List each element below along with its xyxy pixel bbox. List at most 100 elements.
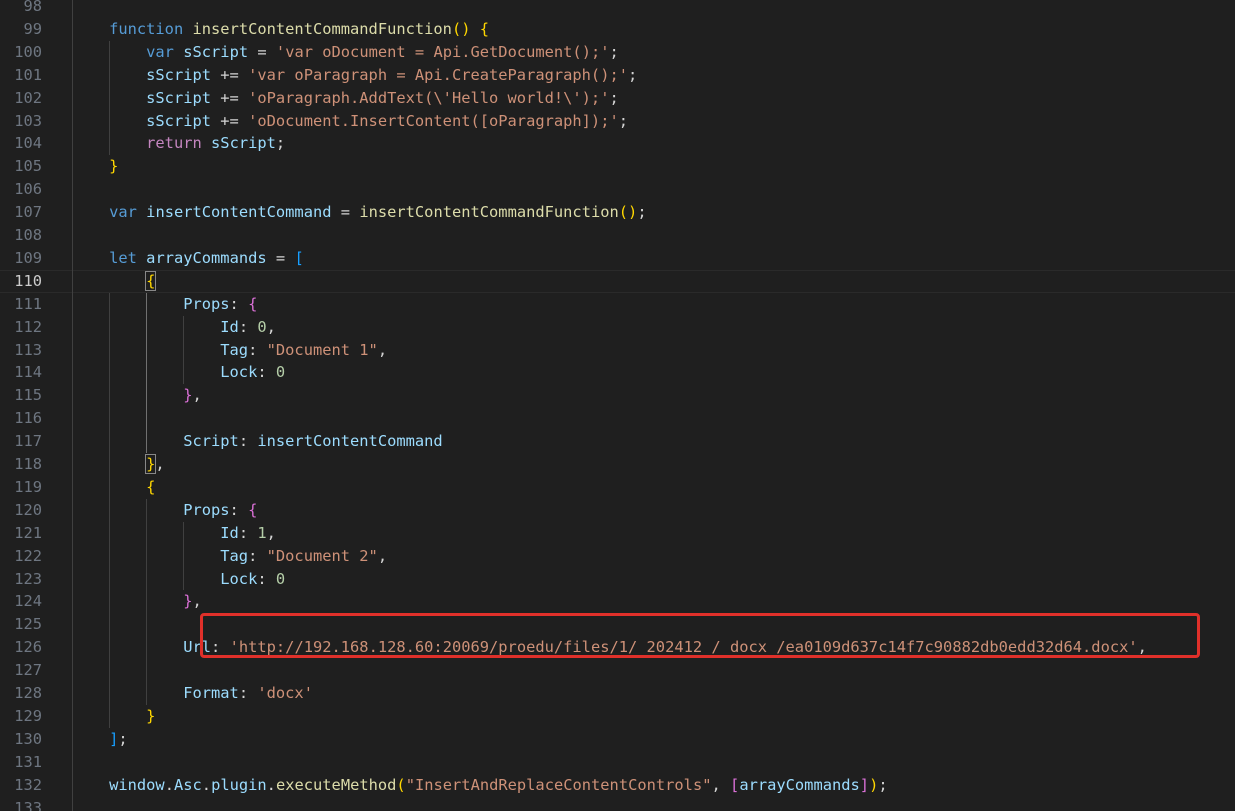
punctuation: : <box>211 638 230 657</box>
code-line[interactable]: 112 Id: 0, <box>0 316 1235 339</box>
code-line[interactable]: 103 sScript += 'oDocument.InsertContent(… <box>0 110 1235 133</box>
line-number: 119 <box>14 477 42 496</box>
code-line[interactable]: 133 <box>0 797 1235 811</box>
code-line[interactable]: 124 }, <box>0 590 1235 613</box>
code-line[interactable]: 108 <box>0 224 1235 247</box>
code-line[interactable]: 109 let arrayCommands = [ <box>0 247 1235 270</box>
string-literal: "Document 1" <box>266 340 378 359</box>
line-code: } <box>72 705 155 728</box>
punctuation: ; <box>618 111 629 130</box>
punctuation <box>72 592 183 610</box>
function-name: insertContentCommandFunction <box>192 19 452 38</box>
punctuation: . <box>266 775 276 794</box>
code-line[interactable]: 111 Props: { <box>0 293 1235 316</box>
code-line[interactable]: 114 Lock: 0 <box>0 361 1235 384</box>
code-line[interactable]: 115 }, <box>0 384 1235 407</box>
identifier: Url <box>183 638 212 657</box>
code-line[interactable]: 126 Url: 'http://192.168.128.60:20069/pr… <box>0 636 1235 659</box>
punctuation: : <box>257 363 276 382</box>
line-number: 110 <box>14 271 42 290</box>
line-code: sScript += 'var oParagraph = Api.CreateP… <box>72 64 637 87</box>
code-line[interactable]: 99 function insertContentCommandFunction… <box>0 18 1235 41</box>
line-number: 116 <box>14 409 42 428</box>
code-line[interactable]: 121 Id: 1, <box>0 522 1235 545</box>
code-editor[interactable]: 98 99 function insertContentCommandFuncti… <box>0 0 1235 811</box>
code-line[interactable]: 122 Tag: "Document 2", <box>0 545 1235 568</box>
line-code: window.Asc.plugin.executeMethod("InsertA… <box>72 774 888 797</box>
code-line[interactable]: 98 <box>0 0 1235 18</box>
punctuation: = <box>266 248 295 267</box>
line-number: 121 <box>14 523 42 542</box>
code-line[interactable]: 125 <box>0 613 1235 636</box>
punctuation: ; <box>609 88 619 107</box>
code-line[interactable]: 129 } <box>0 705 1235 728</box>
string-literal: ' <box>1128 638 1138 657</box>
keyword: var <box>109 203 137 222</box>
punctuation: , <box>192 592 202 611</box>
code-line[interactable]: 102 sScript += 'oParagraph.AddText(\'Hel… <box>0 87 1235 110</box>
identifier: window <box>109 775 165 794</box>
punctuation: ; <box>609 42 619 61</box>
line-code: Tag: "Document 2", <box>72 545 387 568</box>
punctuation: ; <box>275 134 286 153</box>
line-code: var sScript = 'var oDocument = Api.GetDo… <box>72 41 619 64</box>
punctuation <box>72 432 183 450</box>
punctuation <box>137 203 146 221</box>
bracket: { <box>248 294 258 313</box>
code-line[interactable]: 110 { <box>0 269 1235 293</box>
punctuation: : <box>248 546 267 565</box>
line-number: 131 <box>14 752 42 771</box>
punctuation: : <box>248 340 267 359</box>
punctuation: , <box>266 317 276 336</box>
punctuation: , <box>377 546 388 565</box>
code-line[interactable]: 127 <box>0 659 1235 682</box>
punctuation: , <box>711 775 731 794</box>
keyword: return <box>146 134 202 153</box>
identifier: Id <box>220 317 239 336</box>
identifier: sScript <box>183 42 249 61</box>
line-number: 127 <box>14 661 42 680</box>
indent-guide <box>146 292 147 453</box>
identifier: insertContentCommand <box>146 203 332 222</box>
code-line[interactable]: 101 sScript += 'var oParagraph = Api.Cre… <box>0 64 1235 87</box>
code-line[interactable]: 116 <box>0 407 1235 430</box>
identifier: plugin <box>211 775 267 794</box>
code-line[interactable]: 104 return sScript; <box>0 132 1235 155</box>
code-line[interactable]: 120 Props: { <box>0 499 1235 522</box>
bracket: { <box>145 270 157 291</box>
string-literal: 'docx' <box>257 684 313 702</box>
punctuation <box>72 249 109 267</box>
code-line[interactable]: 100 var sScript = 'var oDocument = Api.G… <box>0 41 1235 64</box>
code-line[interactable]: 131 <box>0 751 1235 774</box>
line-number: 129 <box>14 706 42 725</box>
url-link[interactable]: http://192.168.128.60:20069/proedu/files… <box>239 638 1129 656</box>
bracket: ( <box>396 775 406 794</box>
code-line[interactable]: 118 }, <box>0 453 1235 476</box>
identifier: Tag <box>220 340 249 359</box>
identifier: sScript <box>146 111 212 130</box>
number-literal: 1 <box>257 523 267 542</box>
punctuation: : <box>238 317 258 336</box>
code-line[interactable]: 128 Format: 'docx' <box>0 682 1235 705</box>
line-code: let arrayCommands = [ <box>72 247 304 270</box>
number-literal: 0 <box>257 317 267 336</box>
line-code: Id: 0, <box>72 316 276 339</box>
code-line[interactable]: 132 window.Asc.plugin.executeMethod("Ins… <box>0 774 1235 797</box>
code-line[interactable]: 105 } <box>0 155 1235 178</box>
punctuation: ; <box>118 729 128 748</box>
line-number: 122 <box>14 546 42 565</box>
code-line[interactable]: 113 Tag: "Document 1", <box>0 339 1235 362</box>
punctuation: = <box>248 42 276 61</box>
line-number: 133 <box>14 798 42 811</box>
punctuation <box>72 501 183 519</box>
line-number: 103 <box>14 111 42 130</box>
code-line[interactable]: 119 { <box>0 476 1235 499</box>
code-line[interactable]: 107 var insertContentCommand = insertCon… <box>0 201 1235 224</box>
code-line[interactable]: 106 <box>0 178 1235 201</box>
code-line[interactable]: 130 ]; <box>0 728 1235 751</box>
punctuation: ; <box>878 775 888 794</box>
code-line[interactable]: 117 Script: insertContentCommand <box>0 430 1235 453</box>
punctuation: : <box>238 432 258 451</box>
code-line[interactable]: 123 Lock: 0 <box>0 568 1235 591</box>
punctuation: : <box>229 500 249 519</box>
